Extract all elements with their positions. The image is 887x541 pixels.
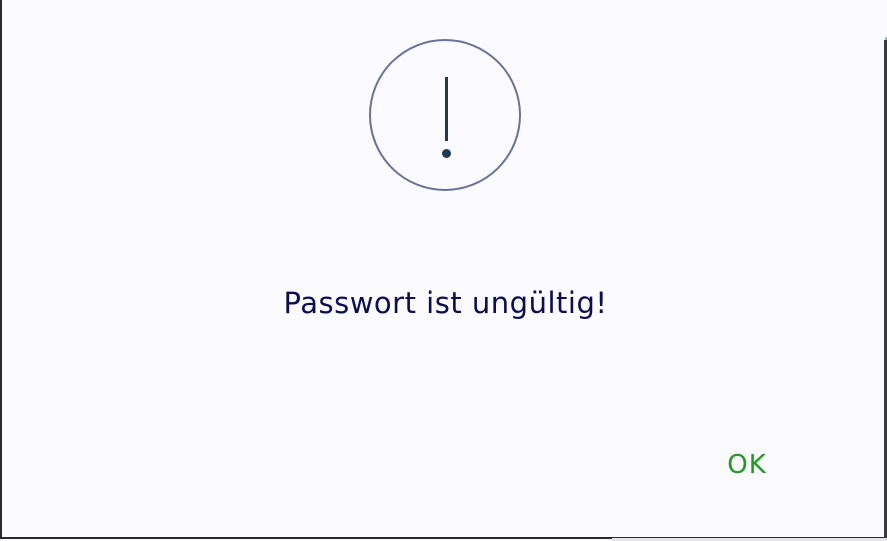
dialog-message: Passwort ist ungültig! bbox=[283, 286, 608, 320]
exclamation-bar bbox=[445, 77, 448, 141]
exclamation-icon bbox=[369, 39, 521, 191]
ok-button[interactable]: OK bbox=[714, 444, 780, 486]
alert-dialog: Passwort ist ungültig! OK bbox=[0, 0, 885, 539]
screen: Passwort ist ungültig! OK bbox=[0, 0, 887, 541]
exclamation-dot bbox=[442, 149, 451, 158]
